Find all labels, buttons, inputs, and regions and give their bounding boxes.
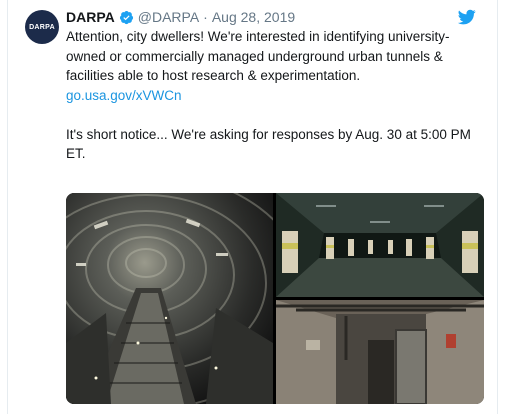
tweet-card[interactable]: DARPA DARPA @DARPA · Aug 28, 2019 Attent…: [7, 0, 498, 414]
photo-bunker-corridor[interactable]: [276, 300, 484, 404]
tweet-date[interactable]: Aug 28, 2019: [212, 9, 295, 25]
twitter-bird-icon[interactable]: [457, 8, 477, 26]
avatar[interactable]: DARPA: [25, 10, 59, 44]
tweet-paragraph-1: Attention, city dwellers! We're interest…: [66, 29, 450, 83]
handle[interactable]: @DARPA: [138, 9, 199, 25]
tweet-header: DARPA @DARPA · Aug 28, 2019: [66, 8, 295, 26]
verified-badge-icon: [119, 10, 133, 24]
display-name[interactable]: DARPA: [66, 9, 115, 25]
photo-underground-parking[interactable]: [276, 193, 484, 297]
photo-tunnel-escalator[interactable]: [66, 193, 273, 404]
tweet-link[interactable]: go.usa.gov/xVWCn: [66, 86, 478, 106]
media-grid: [66, 193, 484, 404]
separator: ·: [203, 9, 208, 25]
avatar-text: DARPA: [29, 23, 55, 31]
tweet-text: Attention, city dwellers! We're interest…: [66, 27, 478, 164]
tweet-paragraph-2: It's short notice... We're asking for re…: [66, 126, 471, 162]
